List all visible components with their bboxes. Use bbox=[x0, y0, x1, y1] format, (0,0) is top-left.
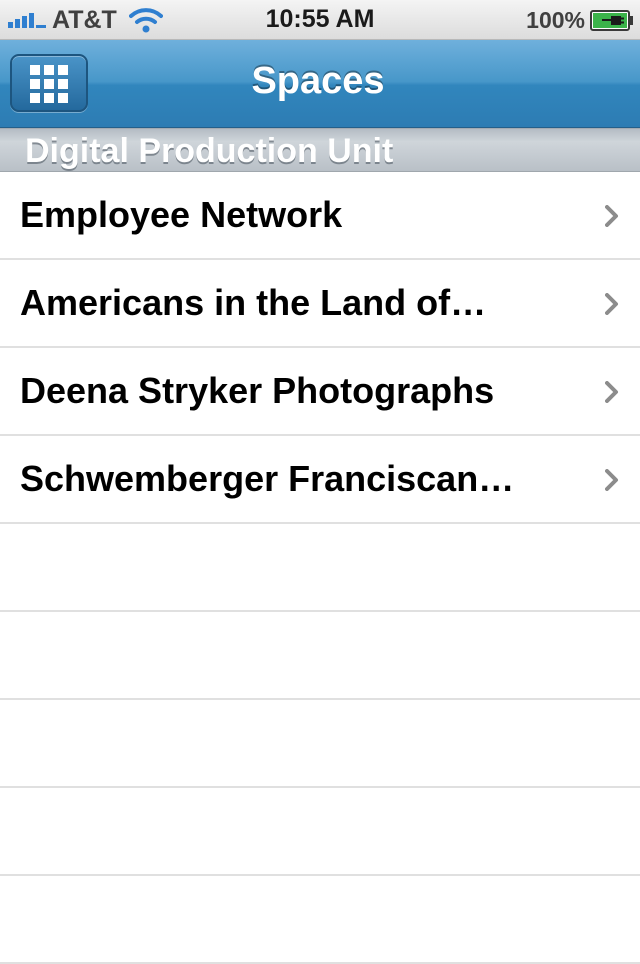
list-item[interactable]: Employee Network bbox=[0, 172, 640, 260]
chevron-right-icon bbox=[605, 381, 618, 403]
page-title: Spaces bbox=[251, 60, 385, 102]
battery-percent: 100% bbox=[526, 7, 585, 33]
empty-row bbox=[0, 788, 640, 876]
list-item[interactable]: Deena Stryker Photographs bbox=[0, 348, 640, 436]
empty-row bbox=[0, 700, 640, 788]
chevron-right-icon bbox=[605, 469, 618, 491]
list-item-label: Employee Network bbox=[20, 194, 343, 235]
section-header: Digital Production Unit bbox=[0, 128, 640, 172]
section-title: Digital Production Unit bbox=[25, 132, 394, 170]
battery-charging-icon bbox=[590, 10, 633, 31]
list-item-label: Americans in the Land of… bbox=[20, 282, 487, 323]
spaces-list: Employee Network Americans in the Land o… bbox=[0, 172, 640, 964]
status-bar: AT&T 10:55 AM 100% bbox=[0, 0, 640, 40]
list-item-label: Schwemberger Franciscan… bbox=[20, 458, 515, 499]
navigation-bar: Spaces bbox=[0, 40, 640, 128]
list-item[interactable]: Schwemberger Franciscan… bbox=[0, 436, 640, 524]
empty-row bbox=[0, 524, 640, 612]
chevron-right-icon bbox=[605, 293, 618, 315]
empty-row bbox=[0, 876, 640, 964]
list-item[interactable]: Americans in the Land of… bbox=[0, 260, 640, 348]
empty-row bbox=[0, 612, 640, 700]
chevron-right-icon bbox=[605, 205, 618, 227]
list-item-label: Deena Stryker Photographs bbox=[20, 370, 495, 411]
